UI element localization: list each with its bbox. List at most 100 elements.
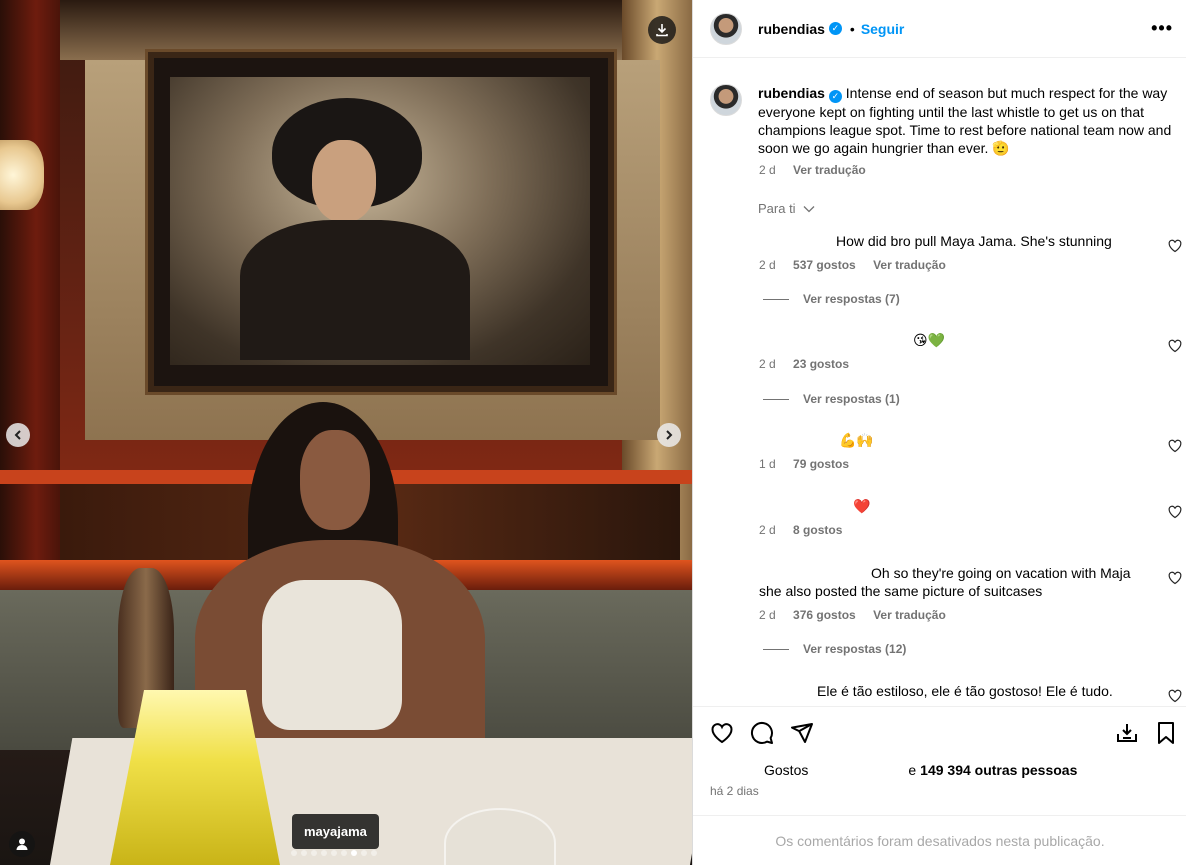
comment-meta: 2 d 8 gostos xyxy=(759,521,1159,539)
replies-line xyxy=(763,398,789,400)
carousel-dot xyxy=(311,850,317,856)
comment-text: 💪🙌 xyxy=(839,432,874,448)
comment-time: 2 d xyxy=(759,608,776,622)
caption-translate-link[interactable]: Ver tradução xyxy=(793,163,866,177)
comment-meta: 2 d 376 gostos Ver tradução xyxy=(759,606,1149,624)
replies-label: Ver respostas (1) xyxy=(803,392,900,406)
caption-text: rubendias ✓ Intense end of season but muc… xyxy=(758,84,1178,157)
download-button[interactable] xyxy=(648,16,676,44)
more-options-icon[interactable]: ••• xyxy=(1151,18,1173,39)
carousel-dot xyxy=(371,850,377,856)
photo-painting-figure-body xyxy=(240,220,470,360)
view-replies-button[interactable]: Ver respostas (12) xyxy=(763,642,906,656)
verified-icon: ✓ xyxy=(828,89,842,103)
save-download-icon[interactable] xyxy=(1115,721,1139,745)
comment-meta: 2 d 23 gostos xyxy=(759,355,1159,373)
comment-translate-link[interactable]: Ver tradução xyxy=(873,258,946,272)
heart-icon[interactable] xyxy=(1168,689,1182,703)
post-timestamp: há 2 dias xyxy=(710,784,759,798)
comment-time: 2 d xyxy=(759,357,776,371)
comment-text: Oh so they're going on vacation with Maj… xyxy=(759,565,1131,599)
comment-likes[interactable]: 537 gostos xyxy=(793,258,856,272)
photo-woman-face xyxy=(300,430,370,530)
carousel-dot xyxy=(351,850,357,856)
view-replies-button[interactable]: Ver respostas (7) xyxy=(763,292,900,306)
likes-count[interactable]: 149 394 outras pessoas xyxy=(920,762,1077,778)
likes-conjunction: e xyxy=(908,762,917,778)
carousel-dot xyxy=(361,850,367,856)
sort-label: Para ti xyxy=(758,201,796,216)
heart-icon[interactable] xyxy=(1168,571,1182,585)
carousel-dot xyxy=(301,850,307,856)
likes-summary: Gostos e 149 394 outras pessoas xyxy=(764,762,1077,778)
header-separator: • xyxy=(849,20,855,37)
post-side-panel: rubendias ✓ • Seguir ••• rubendias ✓ Inte… xyxy=(692,0,1186,865)
carousel-dot xyxy=(321,850,327,856)
header-username[interactable]: rubendias xyxy=(758,21,825,37)
heart-icon[interactable] xyxy=(1168,239,1182,253)
comment-text: ❤️ xyxy=(853,498,871,514)
user-tag[interactable]: mayajama xyxy=(292,814,379,849)
post-media[interactable]: mayajama xyxy=(0,0,692,865)
comment-item: 😘💚 2 d 23 gostos xyxy=(759,331,1159,373)
photo-wall-left xyxy=(0,0,60,600)
replies-line xyxy=(763,298,789,300)
replies-label: Ver respostas (7) xyxy=(803,292,900,306)
carousel-dot xyxy=(291,850,297,856)
replies-label: Ver respostas (12) xyxy=(803,642,907,656)
photo-painting-figure-face xyxy=(312,140,376,222)
like-heart-icon[interactable] xyxy=(710,721,734,745)
carousel-dot xyxy=(331,850,337,856)
carousel-dots xyxy=(291,850,377,856)
comment-sort-dropdown[interactable]: Para ti xyxy=(758,201,815,216)
likes-prefix: Gostos xyxy=(764,762,809,778)
comment-meta: 1 d 79 gostos xyxy=(759,455,1159,473)
photo-woman-top xyxy=(262,580,402,730)
carousel-prev-button[interactable] xyxy=(6,423,30,447)
caption-username[interactable]: rubendias xyxy=(758,85,825,101)
comments-disabled-notice: Os comentários foram desativados nesta p… xyxy=(693,815,1186,865)
comment-text: How did bro pull Maya Jama. She's stunni… xyxy=(836,233,1112,249)
follow-button[interactable]: Seguir xyxy=(861,21,905,37)
download-icon xyxy=(656,24,668,37)
share-icon[interactable] xyxy=(790,721,814,745)
view-replies-button[interactable]: Ver respostas (1) xyxy=(763,392,900,406)
comment-likes[interactable]: 376 gostos xyxy=(793,608,856,622)
comment-translate-link[interactable]: Ver tradução xyxy=(873,608,946,622)
heart-icon[interactable] xyxy=(1168,339,1182,353)
heart-icon[interactable] xyxy=(1168,439,1182,453)
carousel-next-button[interactable] xyxy=(657,423,681,447)
comment-item: Ele é tão estiloso, ele é tão gostoso! E… xyxy=(759,682,1159,704)
comment-text: Ele é tão estiloso, ele é tão gostoso! E… xyxy=(817,683,1113,699)
caption-time: 2 d xyxy=(759,163,776,177)
comment-time: 2 d xyxy=(759,258,776,272)
photo-wall-top xyxy=(60,0,622,60)
caption-meta: 2 d Ver tradução xyxy=(759,163,880,177)
comment-meta: 2 d 537 gostos Ver tradução xyxy=(759,256,1159,274)
comment-text: 😘💚 xyxy=(913,332,946,348)
comment-time: 2 d xyxy=(759,523,776,537)
tagged-users-button[interactable] xyxy=(9,831,35,857)
comment-icon[interactable] xyxy=(750,721,774,745)
comment-item: Oh so they're going on vacation with Maj… xyxy=(759,564,1149,624)
comment-likes[interactable]: 79 gostos xyxy=(793,457,849,471)
comment-likes[interactable]: 23 gostos xyxy=(793,357,849,371)
user-icon xyxy=(16,838,28,850)
caption-avatar[interactable] xyxy=(710,84,742,116)
heart-icon[interactable] xyxy=(1168,505,1182,519)
replies-line xyxy=(763,648,789,650)
bookmark-icon[interactable] xyxy=(1155,721,1177,745)
chevron-right-icon xyxy=(666,430,673,440)
comment-likes[interactable]: 8 gostos xyxy=(793,523,842,537)
post-header: rubendias ✓ • Seguir ••• xyxy=(693,0,1186,58)
comment-time: 1 d xyxy=(759,457,776,471)
photo-wall-lamp xyxy=(0,140,44,210)
comment-item: 💪🙌 1 d 79 gostos xyxy=(759,431,1159,473)
verified-icon: ✓ xyxy=(828,22,842,35)
post-action-bar xyxy=(693,706,1186,754)
chevron-down-icon xyxy=(803,206,815,213)
avatar[interactable] xyxy=(710,12,742,45)
comment-item: How did bro pull Maya Jama. She's stunni… xyxy=(759,232,1159,274)
post-caption: rubendias ✓ Intense end of season but muc… xyxy=(710,84,1180,157)
chevron-left-icon xyxy=(14,430,21,440)
